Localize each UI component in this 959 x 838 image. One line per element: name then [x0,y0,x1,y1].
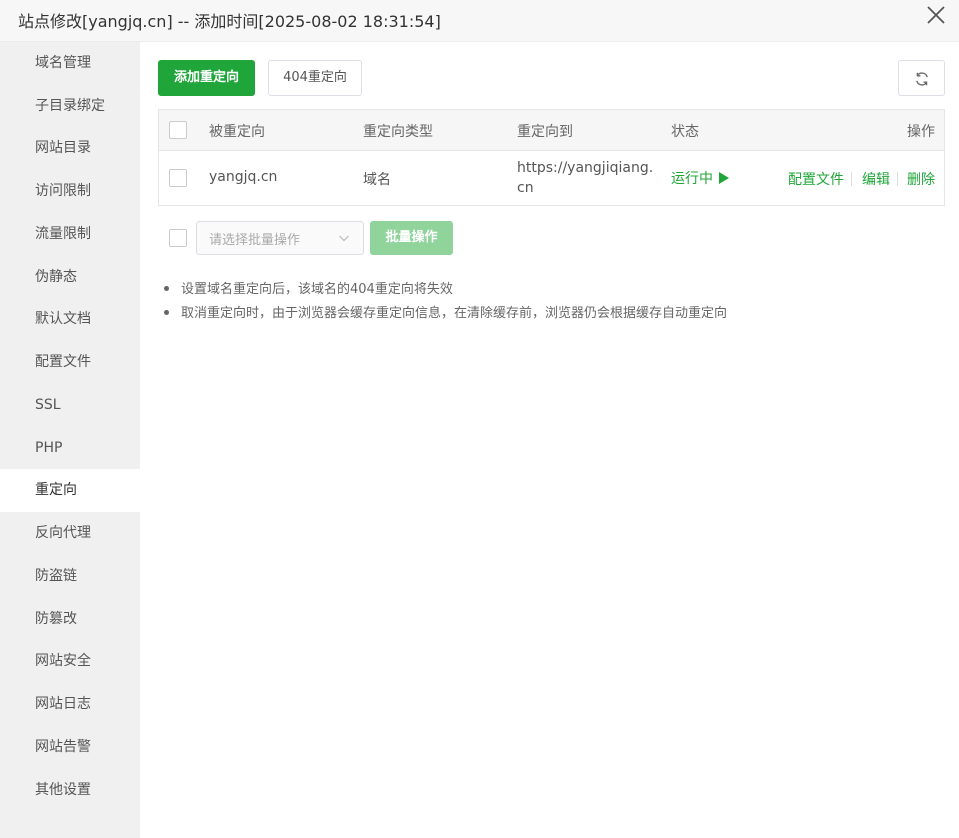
refresh-button[interactable] [898,60,945,96]
delete-link[interactable]: 删除 [907,169,935,189]
sidebar-item-domain[interactable]: 域名管理 [0,42,140,85]
sidebar-item-redirect[interactable]: 重定向 [0,469,140,512]
refresh-icon [916,72,928,86]
column-header-type: 重定向类型 [363,124,433,140]
sidebar-item-config-file[interactable]: 配置文件 [0,341,140,384]
redirect-table: 被重定向 重定向类型 重定向到 状态 操作 yangjq.cn 域名 https… [158,109,945,206]
column-header-target: 重定向到 [517,124,573,140]
sidebar-item-subdir[interactable]: 子目录绑定 [0,85,140,128]
chevron-down-icon [339,235,349,242]
column-header-status: 状态 [671,124,699,140]
status-running-toggle[interactable]: 运行中 [671,168,729,188]
batch-operation-button[interactable]: 批量操作 [370,221,453,255]
table-header: 被重定向 重定向类型 重定向到 状态 操作 [159,110,944,151]
close-icon[interactable] [925,4,947,26]
sidebar-item-site-security[interactable]: 网站安全 [0,640,140,683]
edit-link[interactable]: 编辑 [862,169,890,189]
column-header-source: 被重定向 [209,124,265,140]
tip-text: 取消重定向时，由于浏览器会缓存重定向信息，在清除缓存前，浏览器仍会根据缓存自动重… [181,306,728,321]
sidebar-item-reverse-proxy[interactable]: 反向代理 [0,512,140,555]
redirect-404-button[interactable]: 404重定向 [268,60,362,96]
row-target: https://yangjiqiang.cn [517,160,654,196]
sidebar-item-rewrite[interactable]: 伪静态 [0,256,140,299]
select-all-checkbox[interactable] [169,121,187,139]
batch-select-checkbox[interactable] [169,229,187,247]
divider [897,172,898,186]
sidebar-item-traffic-limit[interactable]: 流量限制 [0,213,140,256]
sidebar: 域名管理 子目录绑定 网站目录 访问限制 流量限制 伪静态 默认文档 配置文件 … [0,42,140,838]
sidebar-item-hotlink[interactable]: 防盗链 [0,555,140,598]
add-redirect-button[interactable]: 添加重定向 [158,60,255,96]
tip-text: 设置域名重定向后，该域名的404重定向将失效 [181,282,453,297]
row-source: yangjq.cn [209,169,278,185]
sidebar-item-access-limit[interactable]: 访问限制 [0,170,140,213]
sidebar-item-site-alert[interactable]: 网站告警 [0,726,140,769]
divider [851,172,852,186]
status-label: 运行中 [671,171,713,187]
sidebar-item-default-doc[interactable]: 默认文档 [0,298,140,341]
sidebar-item-tamper[interactable]: 防篡改 [0,598,140,641]
sidebar-item-ssl[interactable]: SSL [0,384,140,427]
dialog-title: 站点修改[yangjq.cn] -- 添加时间[2025-08-02 18:31… [18,12,441,31]
config-file-link[interactable]: 配置文件 [788,169,844,189]
bullet-icon [164,286,169,291]
bullet-icon [164,310,169,315]
sidebar-item-php[interactable]: PHP [0,427,140,470]
batch-select-placeholder: 请选择批量操作 [209,233,301,248]
row-checkbox[interactable] [169,169,187,187]
sidebar-item-other-settings[interactable]: 其他设置 [0,769,140,812]
sidebar-item-site-log[interactable]: 网站日志 [0,683,140,726]
play-icon [719,172,729,184]
title-bar: 站点修改[yangjq.cn] -- 添加时间[2025-08-02 18:31… [0,0,959,42]
row-type: 域名 [363,172,391,188]
column-header-actions: 操作 [907,124,935,140]
sidebar-item-site-dir[interactable]: 网站目录 [0,127,140,170]
batch-operation-select[interactable]: 请选择批量操作 [196,221,364,255]
